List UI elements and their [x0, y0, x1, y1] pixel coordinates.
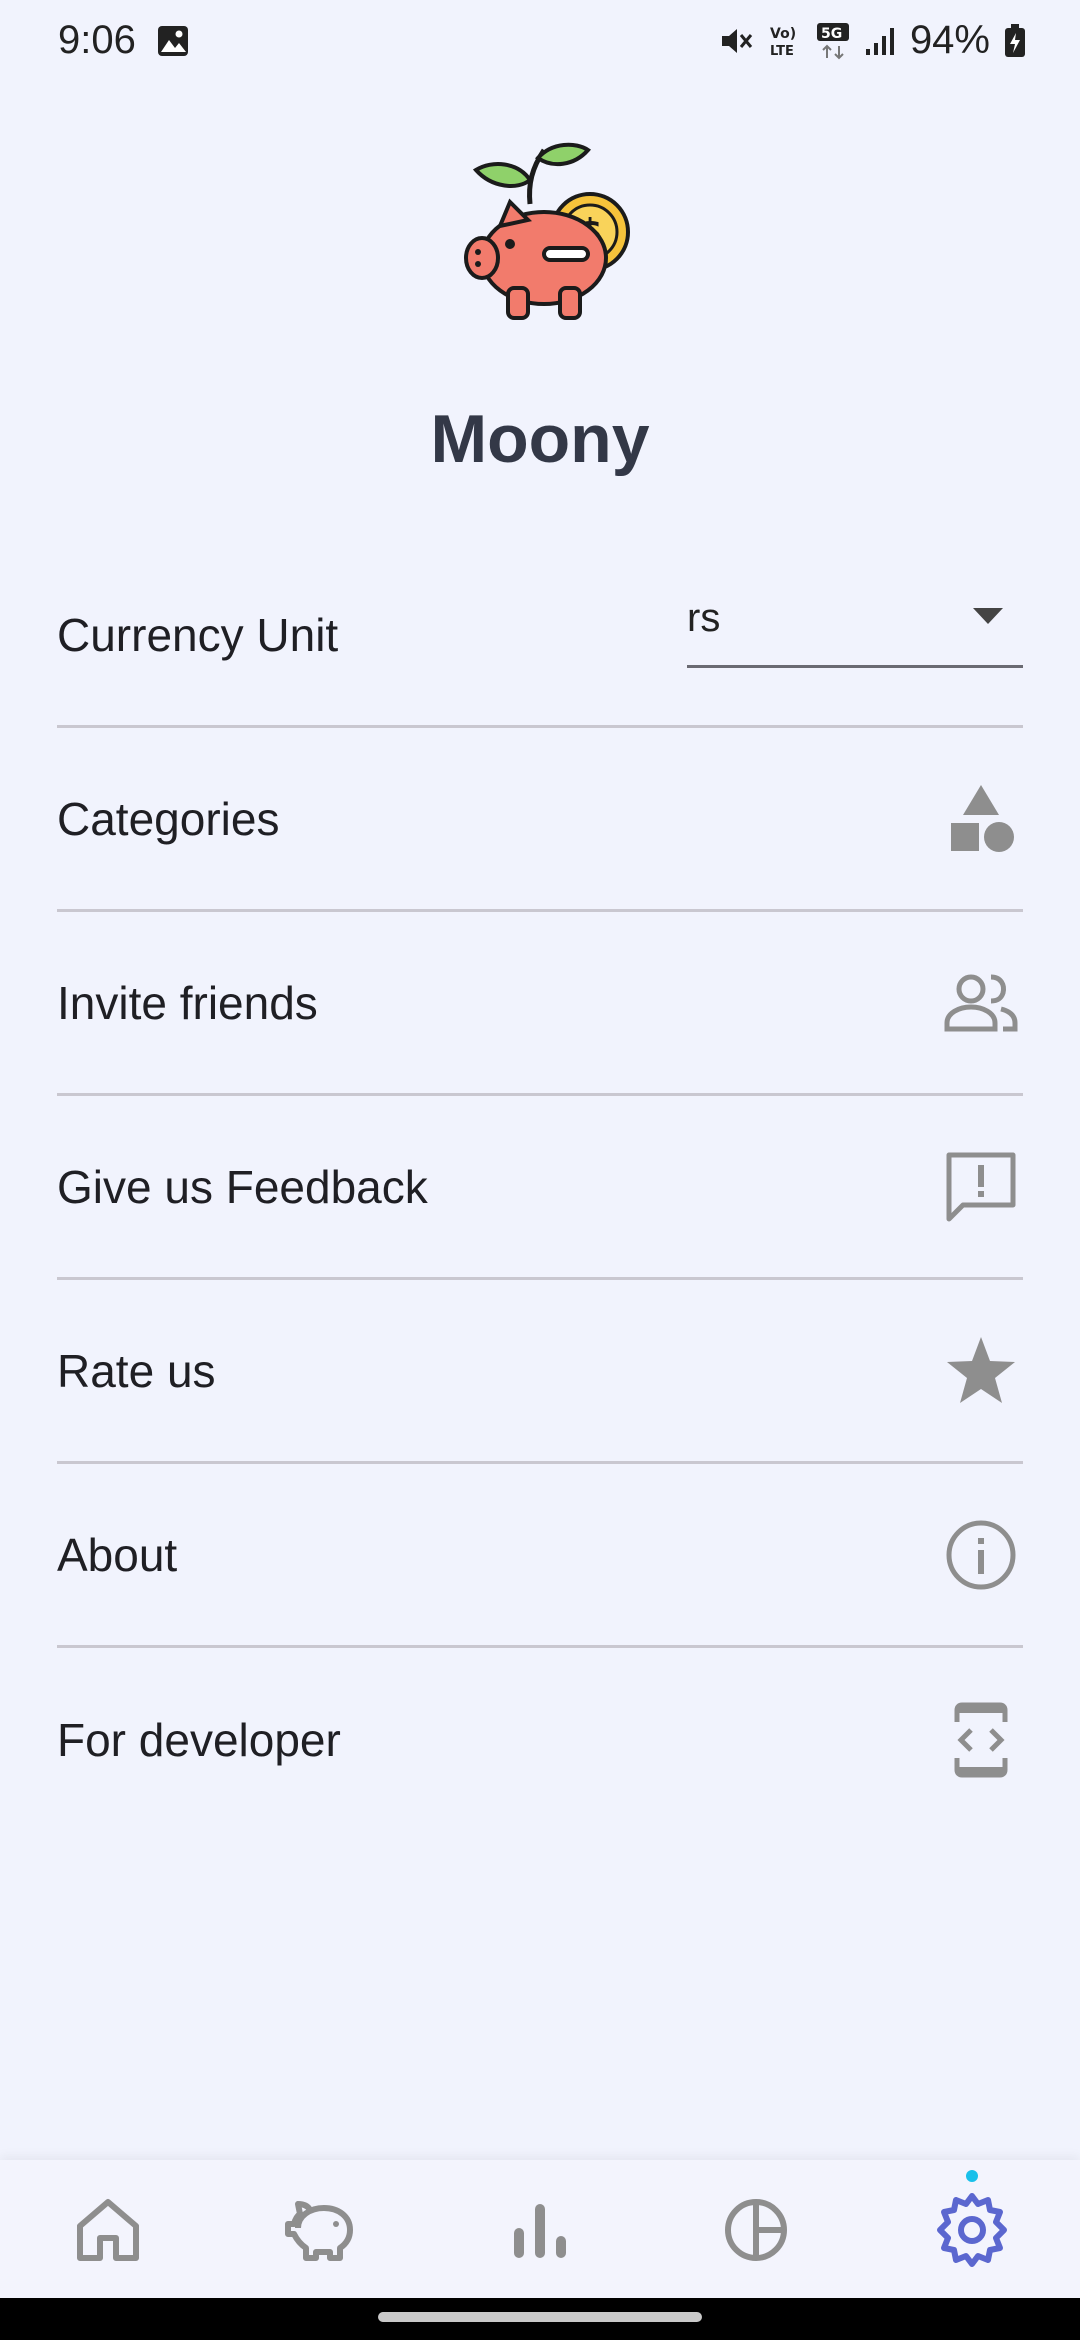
- status-time: 9:06: [58, 18, 136, 62]
- bar-chart-icon[interactable]: [500, 2190, 580, 2270]
- feedback-icon: [946, 1152, 1016, 1221]
- bottom-navigation: [0, 2160, 1080, 2298]
- rate-us-label: Rate us: [57, 1344, 216, 1397]
- info-icon: [946, 1520, 1016, 1589]
- gallery-notification-icon: [158, 26, 188, 56]
- battery-percentage: 94%: [909, 18, 990, 62]
- currency-unit-row: Currency Unit rs: [57, 544, 1023, 728]
- status-bar: 9:06 Vo) LTE 5G 94%: [0, 0, 1080, 84]
- about-row[interactable]: About: [57, 1464, 1023, 1648]
- currency-unit-value: rs: [687, 596, 721, 640]
- home-icon[interactable]: [68, 2190, 148, 2270]
- shapes-icon: [951, 784, 1014, 852]
- invite-friends-label: Invite friends: [57, 976, 318, 1029]
- for-developer-row[interactable]: For developer: [57, 1648, 1023, 1832]
- invite-friends-row[interactable]: Invite friends: [57, 912, 1023, 1096]
- cell-signal-icon: [865, 27, 894, 55]
- app-title: Moony: [430, 401, 650, 477]
- piggy-bank-icon[interactable]: [282, 2190, 362, 2270]
- categories-label: Categories: [57, 792, 280, 845]
- about-label: About: [57, 1528, 178, 1581]
- gear-icon[interactable]: [932, 2190, 1012, 2270]
- battery-charging-icon: [1005, 23, 1025, 57]
- app-logo: $: [464, 142, 630, 320]
- feedback-row[interactable]: Give us Feedback: [57, 1096, 1023, 1280]
- star-icon: [947, 1336, 1015, 1403]
- system-gesture-bar: [0, 2298, 1080, 2340]
- svg-text:Vo): Vo): [770, 26, 796, 42]
- svg-text:5G: 5G: [821, 26, 842, 42]
- rate-us-row[interactable]: Rate us: [57, 1280, 1023, 1464]
- mute-icon: [721, 28, 753, 53]
- status-indicators: Vo) LTE 5G 94%: [718, 18, 1026, 63]
- feedback-label: Give us Feedback: [57, 1160, 428, 1213]
- currency-unit-dropdown[interactable]: rs: [687, 568, 1023, 668]
- notification-dot: [966, 2170, 978, 2182]
- 5g-signal-icon: 5G: [816, 22, 849, 59]
- for-developer-label: For developer: [57, 1714, 341, 1766]
- volte-icon: Vo) LTE: [770, 26, 796, 59]
- settings-list: Currency Unit rs Categories Invite frien…: [57, 544, 1023, 1832]
- dropdown-arrow-icon: [973, 608, 1003, 624]
- developer-mode-icon: [954, 1702, 1008, 1778]
- currency-unit-label: Currency Unit: [57, 608, 339, 661]
- home-gesture-handle[interactable]: [378, 2312, 702, 2322]
- pie-chart-icon[interactable]: [716, 2190, 796, 2270]
- categories-row[interactable]: Categories: [57, 728, 1023, 912]
- people-icon: [944, 974, 1018, 1031]
- svg-text:LTE: LTE: [770, 44, 794, 59]
